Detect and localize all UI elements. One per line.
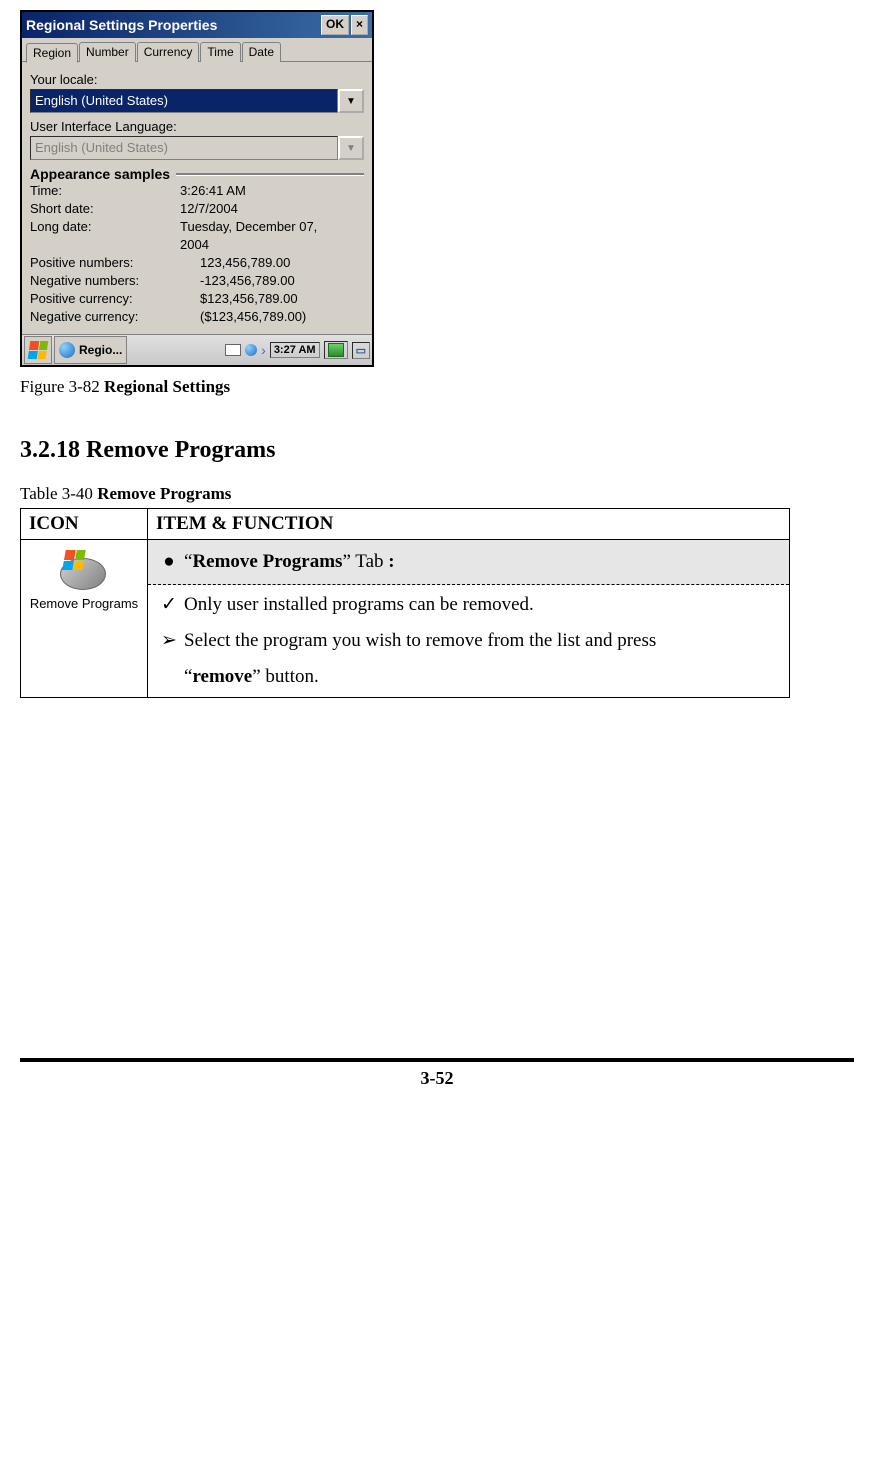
negative-currency-value: ($123,456,789.00) [200, 308, 364, 326]
tab-panel-region: Your locale: English (United States) ▼ U… [22, 61, 372, 334]
ui-language-label: User Interface Language: [30, 119, 364, 134]
windows-flag-icon [28, 341, 49, 359]
col-icon-header: ICON [21, 509, 148, 540]
table-caption: Table 3-40 Remove Programs [20, 484, 854, 504]
battery-tray-icon[interactable] [324, 341, 348, 359]
locale-dropdown-button[interactable]: ▼ [338, 89, 364, 113]
tab-time[interactable]: Time [200, 42, 240, 62]
positive-currency-value: $123,456,789.00 [200, 290, 364, 308]
long-date-value-1: Tuesday, December 07, [180, 218, 364, 236]
ok-button[interactable]: OK [321, 15, 349, 35]
taskbar-app-button[interactable]: Regio... [54, 336, 127, 364]
positive-currency-label: Positive currency: [30, 290, 200, 308]
negative-numbers-label: Negative numbers: [30, 272, 200, 290]
window-titlebar: Regional Settings Properties OK × [22, 12, 372, 38]
step-select-program: ➢ Select the program you wish to remove … [154, 623, 783, 695]
note-only-user-installed: ✓ Only user installed programs can be re… [154, 587, 783, 623]
item-function-cell: ● “Remove Programs” Tab : ✓ Only user in… [148, 540, 790, 698]
system-tray: › 3:27 AM ▭ [225, 341, 370, 359]
network-globe-icon[interactable] [245, 344, 257, 356]
remove-programs-icon [60, 550, 108, 592]
ui-language-dropdown: English (United States) [30, 136, 338, 160]
arrow-icon: ➢ [154, 623, 184, 659]
tab-currency[interactable]: Currency [137, 42, 200, 62]
tab-number[interactable]: Number [79, 42, 136, 62]
regional-settings-screenshot: Regional Settings Properties OK × Region… [20, 10, 374, 367]
globe-icon [59, 342, 75, 358]
ui-language-dropdown-button: ▼ [338, 136, 364, 160]
icon-cell: Remove Programs [21, 540, 148, 698]
appearance-samples-heading: Appearance samples [30, 166, 364, 182]
signal-icon[interactable]: › [261, 342, 266, 358]
positive-numbers-value: 123,456,789.00 [200, 254, 364, 272]
long-date-value-2: 2004 [180, 236, 364, 254]
section-heading: 3.2.18 Remove Programs [20, 437, 854, 464]
locale-label: Your locale: [30, 72, 364, 87]
page-number: 3-52 [20, 1062, 854, 1109]
col-item-header: ITEM & FUNCTION [148, 509, 790, 540]
tab-heading-row: ● “Remove Programs” Tab : [148, 540, 789, 585]
locale-dropdown[interactable]: English (United States) [30, 89, 338, 113]
negative-currency-label: Negative currency: [30, 308, 200, 326]
icon-caption: Remove Programs [29, 596, 139, 611]
taskbar: Regio... › 3:27 AM ▭ [22, 334, 372, 365]
short-date-value: 12/7/2004 [180, 200, 364, 218]
time-value: 3:26:41 AM [180, 182, 364, 200]
close-button[interactable]: × [351, 15, 368, 35]
remove-programs-table: ICON ITEM & FUNCTION Remove Programs ● “… [20, 508, 790, 698]
tabs-bar: Region Number Currency Time Date [22, 38, 372, 62]
tab-region[interactable]: Region [26, 43, 78, 63]
start-button[interactable] [24, 336, 52, 364]
keyboard-icon[interactable] [225, 344, 241, 356]
window-title: Regional Settings Properties [26, 17, 319, 33]
desktop-tray-icon[interactable]: ▭ [352, 342, 370, 359]
negative-numbers-value: -123,456,789.00 [200, 272, 364, 290]
battery-icon [328, 343, 344, 357]
bullet-dot-icon: ● [154, 544, 184, 580]
long-date-label: Long date: [30, 218, 180, 236]
figure-caption: Figure 3-82 Regional Settings [20, 377, 854, 397]
check-icon: ✓ [154, 587, 184, 623]
short-date-label: Short date: [30, 200, 180, 218]
tab-date[interactable]: Date [242, 42, 281, 62]
taskbar-clock[interactable]: 3:27 AM [270, 342, 320, 358]
time-label: Time: [30, 182, 180, 200]
positive-numbers-label: Positive numbers: [30, 254, 200, 272]
